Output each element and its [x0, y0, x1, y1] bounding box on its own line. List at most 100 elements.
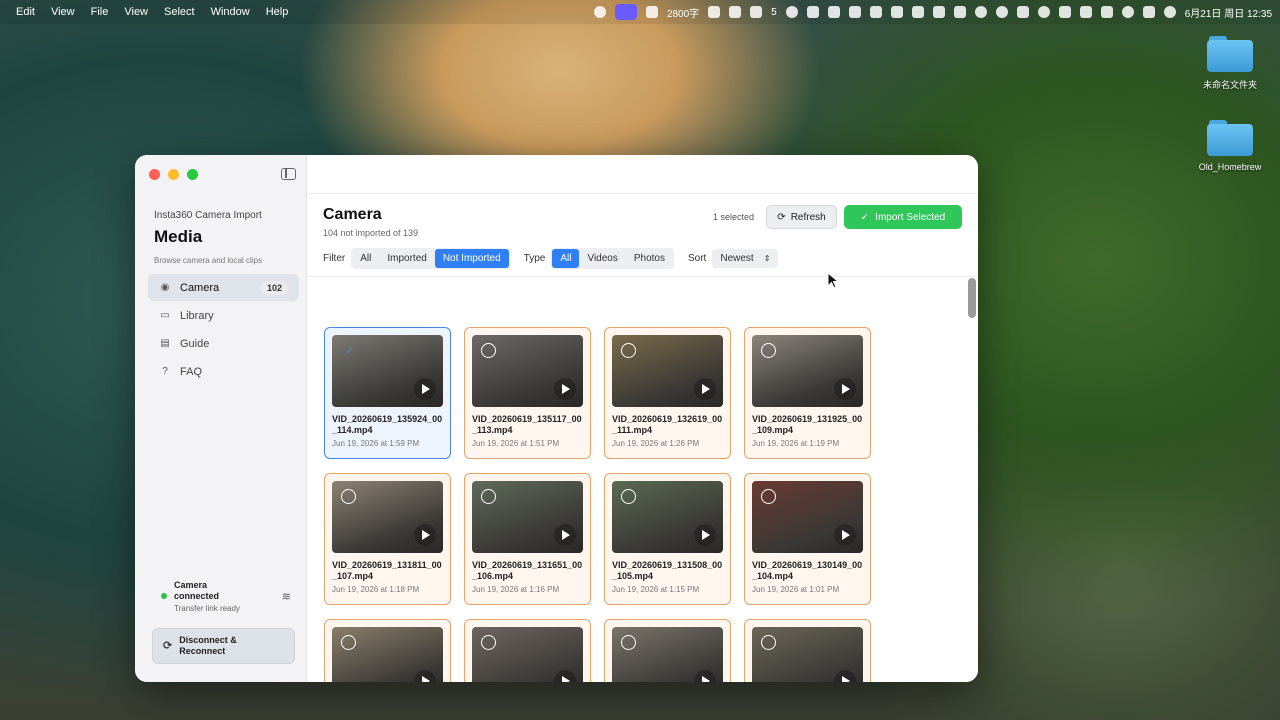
clip-thumbnail	[612, 627, 723, 682]
clip-card[interactable]: VID_20260619_131651_00_106.mp4 Jun 19, 20…	[464, 473, 591, 605]
play-icon[interactable]	[414, 670, 436, 682]
select-circle-icon[interactable]	[761, 343, 776, 358]
play-icon[interactable]	[554, 524, 576, 546]
play-icon[interactable]	[694, 670, 716, 682]
shield-icon[interactable]	[890, 6, 903, 18]
status-subtitle: Transfer link ready	[174, 604, 240, 613]
menu-item-edit[interactable]: Edit	[8, 6, 43, 18]
clip-card[interactable]	[324, 619, 451, 682]
sidebar-item-guide[interactable]: ▤ Guide	[148, 330, 299, 357]
play-icon[interactable]	[834, 670, 856, 682]
battery-icon[interactable]	[1100, 6, 1113, 18]
type-option-videos[interactable]: Videos	[579, 249, 625, 268]
play-icon[interactable]	[834, 378, 856, 400]
control-center-icon[interactable]	[1142, 6, 1155, 18]
scrollbar[interactable]	[968, 278, 976, 318]
select-circle-icon[interactable]	[481, 635, 496, 650]
select-circle-icon[interactable]	[481, 343, 496, 358]
bookmark-icon[interactable]	[932, 6, 945, 18]
play-icon[interactable]	[974, 6, 987, 18]
siri-icon[interactable]	[1163, 6, 1176, 18]
screen-share-icon[interactable]	[614, 4, 637, 20]
select-circle-icon[interactable]	[621, 343, 636, 358]
wifi-icon: ≋	[281, 591, 291, 603]
feather-icon[interactable]	[827, 6, 840, 18]
filter-option-all[interactable]: All	[352, 249, 379, 268]
wifi-icon[interactable]	[1079, 6, 1092, 18]
select-circle-icon[interactable]	[341, 635, 356, 650]
clock[interactable]: 6月21日 周日 12:35	[1185, 5, 1272, 20]
play-icon[interactable]	[554, 378, 576, 400]
input-icon[interactable]	[729, 6, 742, 18]
type-option-photos[interactable]: Photos	[626, 249, 673, 268]
zoom-window-button[interactable]	[187, 169, 198, 180]
clip-card[interactable]	[744, 619, 871, 682]
sidebar-toggle-icon[interactable]	[281, 168, 296, 180]
clipboard-icon[interactable]	[911, 6, 924, 18]
clip-card[interactable]	[464, 619, 591, 682]
minimize-window-button[interactable]	[168, 169, 179, 180]
refresh-icon[interactable]	[953, 6, 966, 18]
import-label: Import Selected	[875, 211, 946, 223]
user-icon[interactable]	[1037, 6, 1050, 18]
stop-icon[interactable]	[785, 6, 798, 18]
box-icon[interactable]	[806, 6, 819, 18]
sort-select[interactable]: Newest ⇕	[712, 249, 779, 268]
type-option-all[interactable]: All	[552, 249, 580, 268]
clip-card[interactable]: VID_20260619_131811_00_107.mp4 Jun 19, 20…	[324, 473, 451, 605]
play-icon[interactable]	[694, 378, 716, 400]
bluetooth-icon[interactable]	[1016, 6, 1029, 18]
select-circle-icon[interactable]	[481, 489, 496, 504]
select-circle-icon[interactable]	[761, 489, 776, 504]
menu-item-select[interactable]: Select	[156, 6, 203, 18]
desktop-folder-untitled[interactable]: 未命名文件夹	[1185, 36, 1275, 91]
play-icon[interactable]	[834, 524, 856, 546]
app-icon[interactable]	[1058, 6, 1071, 18]
play-icon[interactable]	[414, 378, 436, 400]
clip-date: Jun 19, 2026 at 1:16 PM	[472, 585, 560, 594]
search-icon[interactable]	[1121, 6, 1134, 18]
clip-card[interactable]: VID_20260619_131508_00_105.mp4 Jun 19, 20…	[604, 473, 731, 605]
grid-icon[interactable]	[750, 6, 763, 18]
mic-icon[interactable]	[708, 6, 721, 18]
import-selected-button[interactable]: ✓ Import Selected	[844, 205, 962, 229]
clip-filename: VID_20260619_135924_00_114.mp4	[332, 414, 443, 435]
clip-card[interactable]: VID_20260619_132619_00_111.mp4 Jun 19, 20…	[604, 327, 731, 459]
clip-card[interactable]	[604, 619, 731, 682]
filter-option-not-imported[interactable]: Not Imported	[434, 249, 509, 268]
clip-card[interactable]: VID_20260619_135117_00_113.mp4 Jun 19, 20…	[464, 327, 591, 459]
menu-item-view[interactable]: View	[43, 6, 83, 18]
close-window-button[interactable]	[149, 169, 160, 180]
play-icon[interactable]	[694, 524, 716, 546]
mouse-cursor-icon	[827, 272, 839, 289]
disconnect-reconnect-button[interactable]: ⟳ Disconnect & Reconnect	[152, 628, 295, 664]
play-icon[interactable]	[554, 670, 576, 682]
refresh-button[interactable]: ⟳ Refresh	[766, 205, 837, 229]
sidebar-item-camera[interactable]: ◉ Camera 102	[148, 274, 299, 301]
clip-card[interactable]: VID_20260619_131925_00_109.mp4 Jun 19, 20…	[744, 327, 871, 459]
airdrop-icon[interactable]	[995, 6, 1008, 18]
word-count: 2800字	[666, 8, 700, 20]
menu-item-help[interactable]: Help	[258, 6, 297, 18]
cat-icon[interactable]	[869, 6, 882, 18]
menu-item-view[interactable]: View	[116, 6, 156, 18]
clip-card[interactable]: VID_20260619_130149_00_104.mp4 Jun 19, 20…	[744, 473, 871, 605]
question-icon: ?	[162, 366, 168, 377]
play-icon[interactable]	[414, 524, 436, 546]
clip-card[interactable]: ✓ VID_20260619_135924_00_114.mp4 Jun 19, 2…	[324, 327, 451, 459]
checkmark-icon[interactable]: ✓	[345, 344, 360, 359]
sidebar-item-faq[interactable]: ? FAQ	[148, 358, 299, 385]
record-status-icon[interactable]	[593, 6, 606, 18]
select-circle-icon[interactable]	[341, 489, 356, 504]
select-circle-icon[interactable]	[621, 635, 636, 650]
desktop-folder-old-homebrew[interactable]: Old_Homebrew	[1185, 120, 1275, 172]
camera-icon[interactable]	[645, 6, 658, 18]
menu-item-window[interactable]: Window	[203, 6, 258, 18]
filter-option-imported[interactable]: Imported	[379, 249, 434, 268]
menu-item-file[interactable]: File	[83, 6, 117, 18]
mail-icon[interactable]	[848, 6, 861, 18]
page-subtitle: 104 not imported of 139	[323, 228, 419, 238]
select-circle-icon[interactable]	[761, 635, 776, 650]
sidebar-item-library[interactable]: ▭ Library	[148, 302, 299, 329]
select-circle-icon[interactable]	[621, 489, 636, 504]
